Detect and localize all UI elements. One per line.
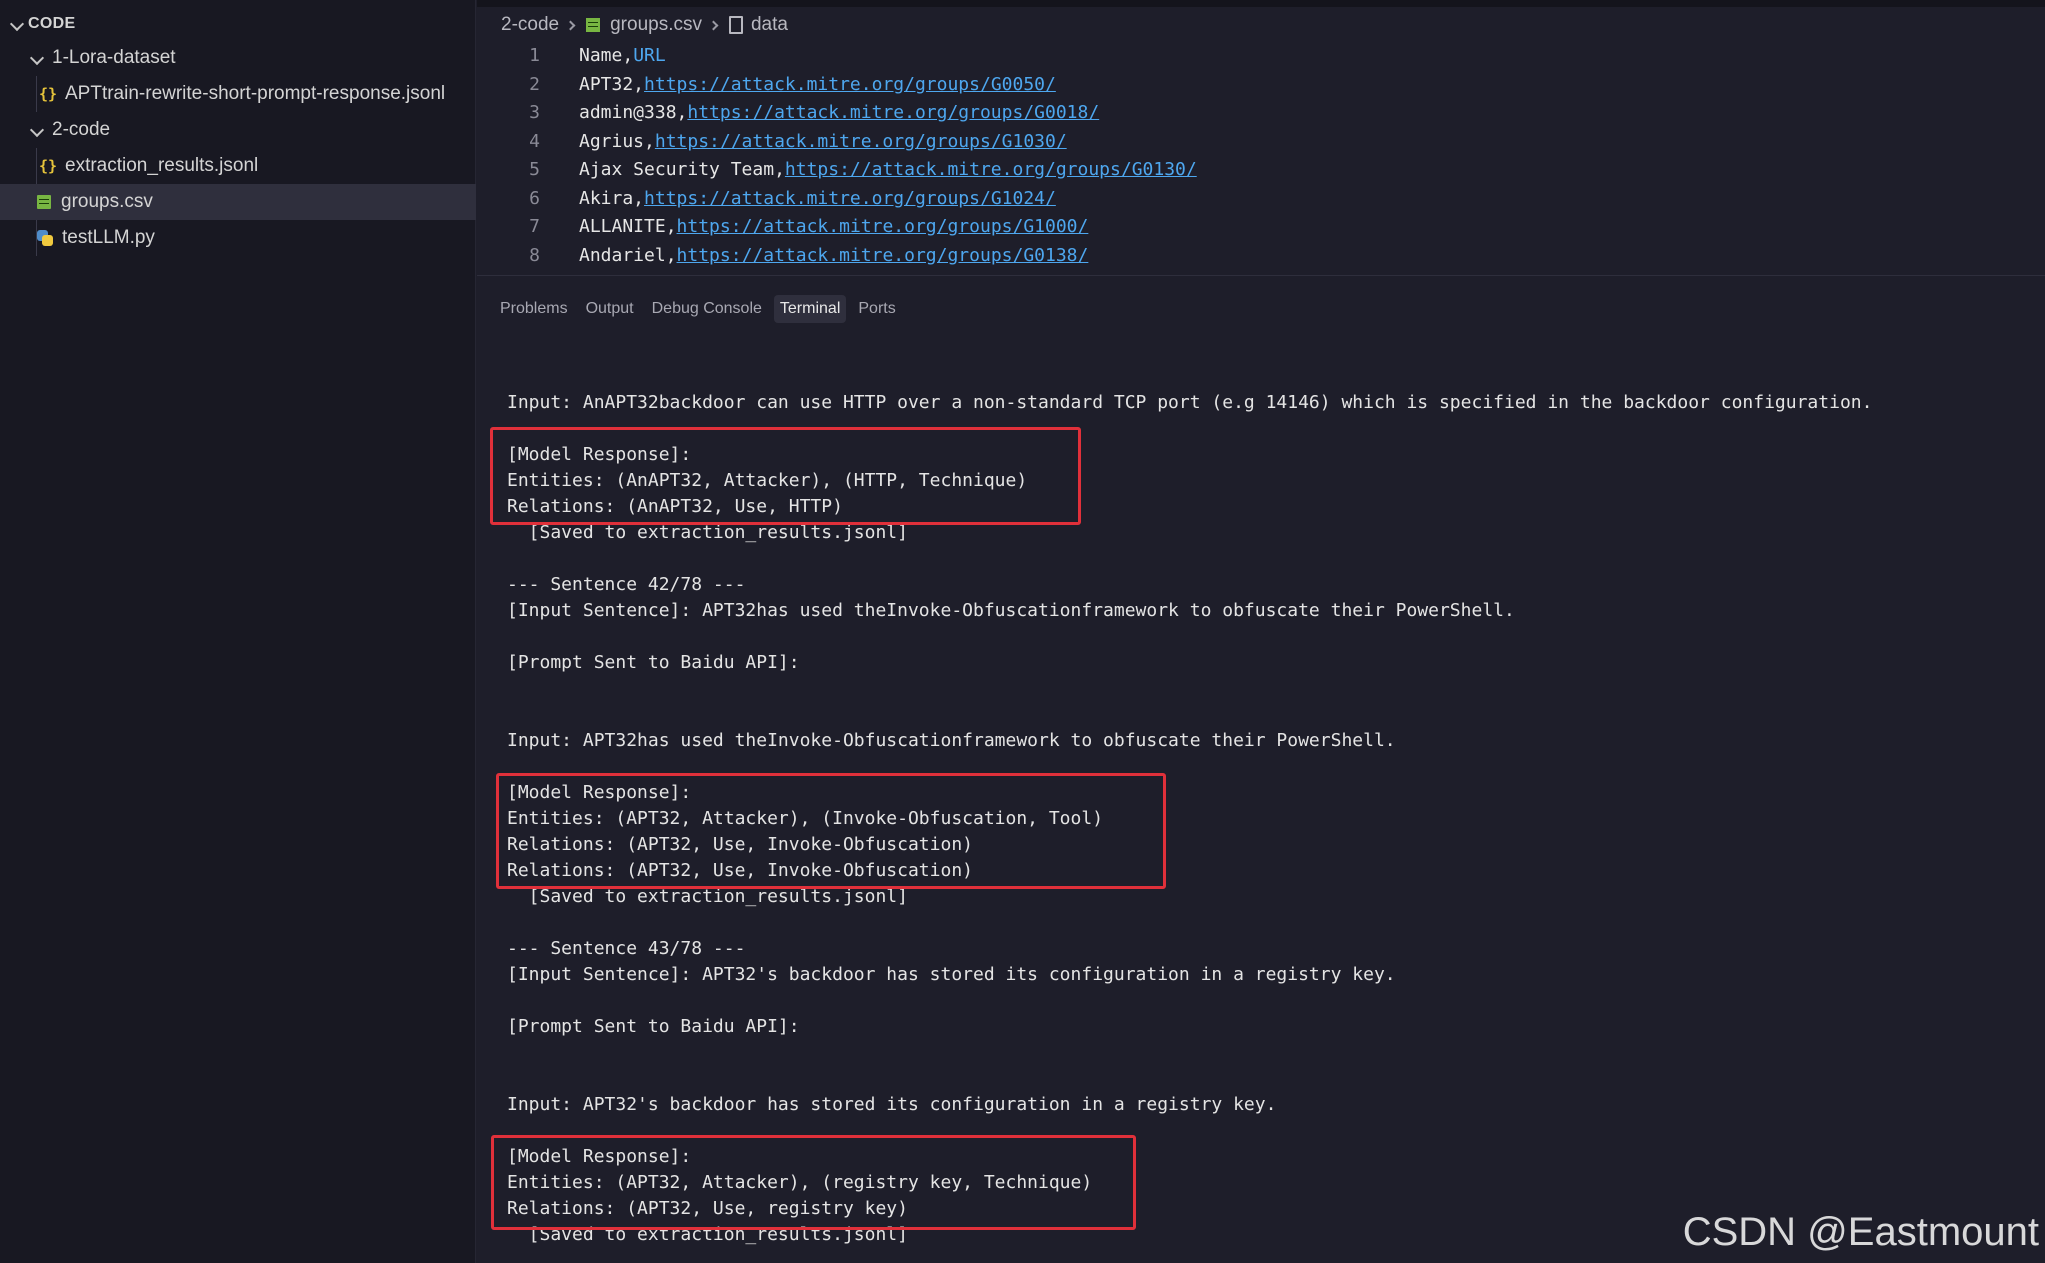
csv-name: ALLANITE,: [579, 215, 677, 237]
tab-debug-console[interactable]: Debug Console: [646, 295, 768, 323]
editor-tab-strip: [477, 0, 2045, 7]
url-link[interactable]: https://attack.mitre.org/groups/G1030/: [655, 131, 1067, 152]
line-number: 8: [529, 244, 540, 266]
tab-problems[interactable]: Problems: [494, 295, 574, 323]
code-line[interactable]: 7 ALLANITE,https://attack.mitre.org/grou…: [477, 212, 1088, 240]
breadcrumb-file[interactable]: groups.csv: [610, 14, 702, 36]
url-link[interactable]: https://attack.mitre.org/groups/G1024/: [644, 188, 1056, 209]
code-text: APT32,https://attack.mitre.org/groups/G0…: [579, 74, 1056, 95]
url-link[interactable]: https://attack.mitre.org/groups/G0130/: [785, 159, 1197, 180]
tree-item-label: 2-code: [52, 119, 111, 140]
code-line[interactable]: 8 Andariel,https://attack.mitre.org/grou…: [477, 241, 1088, 269]
code-line[interactable]: 3 admin@338,https://attack.mitre.org/gro…: [477, 98, 1099, 126]
chevron-right-icon: [565, 20, 576, 30]
tab-ports[interactable]: Ports: [852, 295, 901, 323]
terminal-line: Input: AnAPT32backdoor can use HTTP over…: [507, 392, 1873, 413]
csv-file-icon: [586, 18, 601, 32]
tree-item-label: extraction_results.jsonl: [65, 155, 259, 176]
code-text: Akira,https://attack.mitre.org/groups/G1…: [579, 188, 1056, 209]
code-line[interactable]: 4 Agrius,https://attack.mitre.org/groups…: [477, 127, 1067, 155]
explorer-root-label: CODE: [28, 15, 76, 32]
chevron-down-icon: [6, 16, 28, 33]
code-line[interactable]: 5 Ajax Security Team,https://attack.mitr…: [477, 155, 1197, 183]
highlight-box: [491, 1135, 1136, 1230]
tree-folder-lora-dataset[interactable]: 1-Lora-dataset: [0, 40, 476, 76]
explorer-root[interactable]: CODE: [0, 6, 476, 42]
csv-name: Andariel,: [579, 244, 677, 266]
highlight-box: [496, 773, 1166, 889]
line-number: 4: [529, 130, 540, 152]
url-link[interactable]: https://attack.mitre.org/groups/G0018/: [687, 102, 1099, 123]
tree-file-groups-csv[interactable]: groups.csv: [0, 184, 476, 220]
tree-item-label: testLLM.py: [62, 227, 155, 248]
python-file-icon: [37, 230, 53, 246]
url-link[interactable]: https://attack.mitre.org/groups/G0050/: [644, 74, 1056, 95]
code-text: Name,URL: [579, 45, 666, 66]
code-line[interactable]: 6 Akira,https://attack.mitre.org/groups/…: [477, 184, 1056, 212]
csv-name: Agrius,: [579, 130, 655, 152]
chevron-down-icon: [26, 122, 48, 139]
tree-file-testllm[interactable]: testLLM.py: [0, 220, 476, 256]
tab-terminal[interactable]: Terminal: [773, 295, 847, 323]
csv-name: Name,: [579, 44, 634, 66]
tree-item-label: 1-Lora-dataset: [52, 47, 176, 68]
terminal-line: Input: APT32's backdoor has stored its c…: [507, 1094, 1277, 1115]
tree-file-extraction-results[interactable]: {} extraction_results.jsonl: [0, 148, 476, 184]
line-number: 6: [529, 187, 540, 209]
csv-header-url: URL: [633, 44, 666, 66]
chevron-right-icon: [708, 20, 719, 30]
tab-output[interactable]: Output: [580, 295, 640, 323]
highlight-box: [490, 427, 1081, 525]
json-file-icon: {}: [38, 85, 58, 103]
terminal-line: [Prompt Sent to Baidu API]:: [507, 652, 800, 673]
panel-tabs: Problems Output Debug Console Terminal P…: [494, 293, 908, 325]
code-text: admin@338,https://attack.mitre.org/group…: [579, 102, 1099, 123]
code-text: Ajax Security Team,https://attack.mitre.…: [579, 159, 1197, 180]
tree-folder-2-code[interactable]: 2-code: [0, 112, 476, 148]
watermark: CSDN @Eastmount: [1682, 1210, 2039, 1254]
terminal-line: [Input Sentence]: APT32's backdoor has s…: [507, 964, 1396, 985]
code-text: ALLANITE,https://attack.mitre.org/groups…: [579, 216, 1088, 237]
csv-name: Akira,: [579, 187, 645, 209]
tree-item-label: APTtrain-rewrite-short-prompt-response.j…: [65, 83, 446, 104]
line-number: 5: [529, 158, 540, 180]
breadcrumb-folder[interactable]: 2-code: [501, 14, 559, 36]
line-number: 7: [529, 215, 540, 237]
url-link[interactable]: https://attack.mitre.org/groups/G1000/: [677, 216, 1089, 237]
terminal-line: [Input Sentence]: APT32has used theInvok…: [507, 600, 1515, 621]
tree-file-aptrain[interactable]: {} APTtrain-rewrite-short-prompt-respons…: [0, 76, 476, 112]
csv-file-icon: [37, 195, 51, 209]
terminal-line: Input: APT32has used theInvoke-Obfuscati…: [507, 730, 1396, 751]
line-number: 3: [529, 101, 540, 123]
terminal-line: --- Sentence 43/78 ---: [507, 938, 746, 959]
line-number: 1: [529, 44, 540, 66]
terminal-line: [Prompt Sent to Baidu API]:: [507, 1016, 800, 1037]
url-link[interactable]: https://attack.mitre.org/groups/G0138/: [677, 245, 1089, 266]
tree-item-label: groups.csv: [61, 191, 153, 212]
csv-name: admin@338,: [579, 101, 688, 123]
code-text: Andariel,https://attack.mitre.org/groups…: [579, 245, 1088, 266]
file-symbol-icon: [728, 16, 743, 34]
explorer-sidebar: CODE 1-Lora-dataset {} APTtrain-rewrite-…: [0, 0, 476, 1263]
code-text: Agrius,https://attack.mitre.org/groups/G…: [579, 131, 1067, 152]
csv-name: APT32,: [579, 73, 645, 95]
csv-name: Ajax Security Team,: [579, 158, 785, 180]
breadcrumb: 2-code groups.csv data: [501, 12, 788, 38]
code-line[interactable]: 1 Name,URL: [477, 41, 666, 69]
chevron-down-icon: [26, 50, 48, 67]
code-line[interactable]: 2 APT32,https://attack.mitre.org/groups/…: [477, 70, 1056, 98]
json-file-icon: {}: [38, 157, 58, 175]
terminal-line: --- Sentence 42/78 ---: [507, 574, 746, 595]
breadcrumb-symbol[interactable]: data: [751, 14, 788, 36]
line-number: 2: [529, 73, 540, 95]
